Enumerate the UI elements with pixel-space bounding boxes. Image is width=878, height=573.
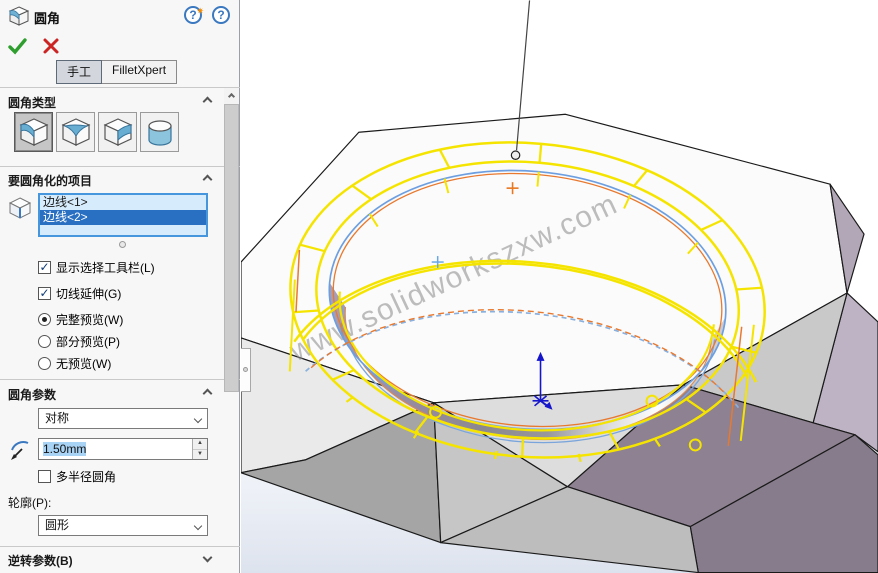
- full-preview-label: 完整预览(W): [56, 313, 124, 327]
- multi-radius-option[interactable]: 多半径圆角: [38, 468, 116, 485]
- radius-value: 1.50mm: [43, 442, 87, 456]
- variable-fillet-icon: [61, 118, 90, 146]
- checkbox-unchecked-icon[interactable]: [38, 470, 51, 483]
- no-preview-label: 无预览(W): [56, 357, 112, 371]
- help-icon[interactable]: ?: [212, 6, 230, 24]
- no-preview-option[interactable]: 无预览(W): [38, 355, 111, 372]
- divider: [0, 87, 240, 88]
- checkbox-checked-icon[interactable]: ✓: [38, 287, 51, 300]
- tangent-propagation-option[interactable]: ✓ 切线延伸(G): [38, 285, 121, 302]
- edges-listbox[interactable]: 边线<1> 边线<2>: [38, 193, 208, 237]
- panel-title: 圆角: [34, 11, 61, 26]
- collapse-fillet-type-icon[interactable]: [202, 96, 213, 107]
- panel-splitter-handle[interactable]: [241, 348, 251, 392]
- multi-radius-label: 多半径圆角: [56, 470, 117, 484]
- whats-new-help-icon[interactable]: ? ✷: [184, 6, 204, 24]
- radio-selected-icon[interactable]: [38, 313, 51, 326]
- radio-icon[interactable]: [38, 335, 51, 348]
- model-view: www.solidworkszxw.com: [241, 0, 878, 573]
- collapse-items-icon[interactable]: [202, 174, 213, 185]
- partial-preview-label: 部分预览(P): [56, 335, 120, 349]
- profile-label: 轮廓(P):: [8, 496, 52, 510]
- fillet-property-manager: 圆角 ? ✷ ? 手工 FilletXpert 圆角类型 要圆角化的项目 边线<…: [0, 0, 240, 573]
- full-round-fillet-icon: [147, 120, 172, 146]
- variable-size-fillet-button[interactable]: [56, 112, 95, 152]
- divider: [0, 546, 240, 547]
- mode-tabs: 手工 FilletXpert: [56, 60, 178, 84]
- chevron-down-icon: [193, 521, 203, 531]
- edge-selection-icon: [8, 197, 32, 219]
- expand-setback-icon[interactable]: [202, 552, 213, 563]
- spinner-buttons[interactable]: ▲ ▼: [192, 439, 207, 459]
- radius-spinbox[interactable]: 1.50mm ▲ ▼: [38, 438, 208, 460]
- chevron-down-icon: [193, 414, 203, 424]
- symmetry-dropdown[interactable]: 对称: [38, 408, 208, 429]
- symmetry-value: 对称: [45, 411, 70, 425]
- profile-value: 圆形: [45, 518, 70, 532]
- section-setback-parameters: 逆转参数(B): [8, 554, 73, 568]
- checkbox-checked-icon[interactable]: ✓: [38, 261, 51, 274]
- collapse-parameters-icon[interactable]: [202, 388, 213, 399]
- sparkle-icon: ✷: [196, 6, 204, 16]
- face-fillet-icon: [103, 118, 132, 146]
- panel-header: 圆角 ? ✷ ?: [0, 0, 240, 32]
- callout-endpoint-icon: [510, 150, 521, 160]
- tab-filletxpert[interactable]: FilletXpert: [102, 60, 178, 84]
- constant-fillet-icon: [19, 118, 48, 146]
- solidworks-window: 圆角 ? ✷ ? 手工 FilletXpert 圆角类型 要圆角化的项目 边线<…: [0, 0, 878, 573]
- tab-manual[interactable]: 手工: [56, 60, 103, 84]
- face-fillet-button[interactable]: [98, 112, 137, 152]
- spin-up-icon[interactable]: ▲: [193, 439, 207, 450]
- radius-input[interactable]: 1.50mm: [39, 439, 192, 459]
- show-selection-toolbar-label: 显示选择工具栏(L): [56, 261, 155, 275]
- scrollbar-thumb[interactable]: [224, 104, 239, 392]
- full-preview-option[interactable]: 完整预览(W): [38, 311, 123, 328]
- section-fillet-type: 圆角类型: [8, 96, 57, 110]
- radio-icon[interactable]: [38, 357, 51, 370]
- edge-item-1[interactable]: 边线<1>: [40, 195, 206, 210]
- chevron-up-icon: [227, 92, 236, 100]
- radius-icon: [11, 441, 29, 460]
- divider: [0, 166, 240, 167]
- section-fillet-parameters: 圆角参数: [8, 388, 57, 402]
- partial-preview-option[interactable]: 部分预览(P): [38, 333, 120, 350]
- full-round-fillet-button[interactable]: [140, 112, 179, 152]
- tangent-propagation-label: 切线延伸(G): [56, 287, 122, 301]
- edge-item-2[interactable]: 边线<2>: [40, 210, 206, 225]
- divider: [0, 379, 240, 380]
- section-items-to-fillet: 要圆角化的项目: [8, 174, 93, 188]
- listbox-resize-handle[interactable]: [119, 241, 126, 248]
- ok-button[interactable]: [8, 36, 28, 56]
- scroll-up-button[interactable]: [224, 88, 239, 104]
- fillet-feature-icon: [8, 6, 30, 26]
- splitter-dot-icon: [243, 367, 248, 372]
- graphics-area[interactable]: www.solidworkszxw.com: [241, 0, 878, 573]
- show-selection-toolbar-option[interactable]: ✓ 显示选择工具栏(L): [38, 259, 155, 276]
- spin-down-icon[interactable]: ▼: [193, 449, 207, 459]
- cancel-button[interactable]: [42, 37, 60, 55]
- constant-size-fillet-button[interactable]: [14, 112, 53, 152]
- profile-dropdown[interactable]: 圆形: [38, 515, 208, 536]
- panel-scrollbar[interactable]: [224, 88, 239, 392]
